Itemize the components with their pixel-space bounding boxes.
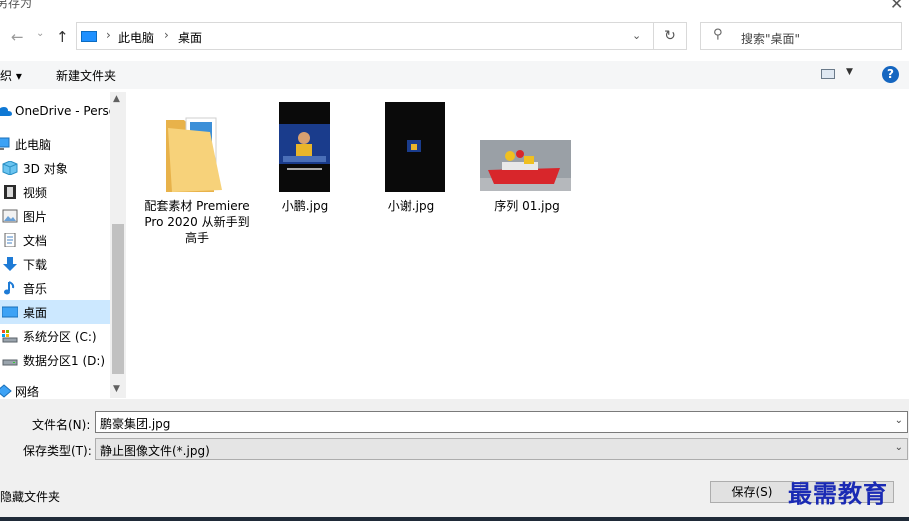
sidebar-item-label: 桌面 bbox=[23, 306, 48, 320]
sidebar-item-videos[interactable]: 视频 bbox=[0, 180, 110, 204]
sidebar-item-label: 3D 对象 bbox=[23, 162, 68, 176]
sidebar-item-label: 图片 bbox=[23, 210, 48, 224]
filetype-value: 静止图像文件(*.jpg) bbox=[100, 444, 210, 458]
command-bar: 织 ▾ 新建文件夹 ▼ ? bbox=[0, 61, 909, 89]
image-thumbnail bbox=[279, 102, 330, 192]
file-list: 配套素材 Premiere Pro 2020 从新手到高手 小鹏.jpg 小谢.… bbox=[126, 92, 909, 398]
file-name: 配套素材 Premiere Pro 2020 从新手到高手 bbox=[144, 199, 250, 245]
filetype-select[interactable]: 静止图像文件(*.jpg) ⌄ bbox=[95, 438, 908, 460]
drive-icon bbox=[2, 359, 18, 366]
chevron-down-icon[interactable]: ⌄ bbox=[895, 442, 903, 453]
file-name: 小谢.jpg bbox=[387, 199, 435, 213]
folder-icon bbox=[166, 117, 222, 192]
search-icon: ⚲ bbox=[713, 27, 723, 42]
breadcrumb-this-pc[interactable]: 此电脑 bbox=[118, 29, 154, 46]
sidebar-item-onedrive[interactable]: OneDrive - Perso bbox=[0, 100, 110, 124]
picture-icon bbox=[2, 209, 18, 223]
taskbar-edge bbox=[0, 517, 909, 521]
address-bar[interactable]: 此电脑 › 桌面 › ⌄ bbox=[76, 22, 654, 50]
document-icon bbox=[4, 233, 16, 247]
filename-label: 文件名(N): bbox=[32, 418, 91, 432]
sidebar-item-documents[interactable]: 文档 bbox=[0, 228, 110, 252]
breadcrumb-separator[interactable]: › bbox=[106, 28, 111, 42]
drive-icon bbox=[2, 330, 18, 343]
sidebar-item-network[interactable]: 网络 bbox=[0, 379, 110, 398]
scroll-up-icon[interactable]: ▲ bbox=[113, 94, 120, 104]
sidebar-item-drive-c[interactable]: 系统分区 (C:) bbox=[0, 324, 110, 348]
search-input[interactable]: 搜索"桌面" bbox=[741, 30, 800, 47]
music-icon bbox=[4, 281, 15, 295]
download-icon bbox=[3, 257, 17, 271]
film-icon bbox=[4, 185, 16, 199]
sidebar-scrollbar[interactable]: ▲ ▼ bbox=[110, 92, 126, 398]
organize-button[interactable]: 织 ▾ bbox=[0, 67, 22, 84]
help-button[interactable]: ? bbox=[882, 66, 899, 83]
file-item-folder[interactable]: 配套素材 Premiere Pro 2020 从新手到高手 bbox=[144, 106, 250, 276]
file-name: 小鹏.jpg bbox=[281, 199, 329, 213]
title-bar: 另存为 ✕ bbox=[0, 0, 909, 14]
network-icon bbox=[0, 384, 12, 398]
desktop-icon bbox=[2, 306, 18, 318]
sidebar-item-desktop[interactable]: 桌面 bbox=[0, 300, 110, 324]
sidebar-item-label: 视频 bbox=[23, 186, 48, 200]
sidebar-item-label: 下载 bbox=[23, 258, 48, 272]
scrollbar-thumb[interactable] bbox=[112, 224, 124, 374]
sidebar-item-label: OneDrive - Perso bbox=[15, 104, 110, 118]
new-folder-button[interactable]: 新建文件夹 bbox=[56, 67, 116, 84]
sidebar-item-label: 网络 bbox=[15, 385, 40, 398]
chevron-down-icon[interactable]: ⌄ bbox=[895, 415, 903, 426]
close-icon[interactable]: ✕ bbox=[890, 0, 903, 13]
sidebar-item-label: 文档 bbox=[23, 234, 48, 248]
breadcrumb-desktop[interactable]: 桌面 bbox=[178, 29, 202, 46]
sidebar-item-label: 系统分区 (C:) bbox=[23, 330, 97, 344]
view-dropdown-icon[interactable]: ▼ bbox=[846, 67, 853, 77]
address-dropdown-icon[interactable]: ⌄ bbox=[632, 29, 641, 42]
file-item-image[interactable]: 小谢.jpg bbox=[378, 102, 445, 213]
sidebar-item-downloads[interactable]: 下载 bbox=[0, 252, 110, 276]
filename-value[interactable]: 鹏豪集团.jpg bbox=[100, 415, 170, 432]
sidebar-item-label: 音乐 bbox=[23, 282, 48, 296]
image-thumbnail bbox=[385, 102, 445, 192]
breadcrumb-separator[interactable]: › bbox=[164, 28, 169, 42]
refresh-button[interactable]: ↻ bbox=[654, 22, 687, 50]
sidebar-item-label: 数据分区1 (D:) bbox=[23, 354, 106, 368]
cloud-icon bbox=[0, 107, 12, 116]
watermark-logo: 最需教育 bbox=[788, 479, 888, 508]
computer-icon bbox=[0, 137, 10, 150]
search-box[interactable]: ⚲ 搜索"桌面" bbox=[700, 22, 902, 50]
cube-icon bbox=[2, 161, 18, 175]
filetype-label: 保存类型(T): bbox=[23, 444, 92, 458]
file-item-image[interactable]: 序列 01.jpg bbox=[478, 140, 576, 220]
sidebar-item-music[interactable]: 音乐 bbox=[0, 276, 110, 300]
image-thumbnail bbox=[480, 140, 571, 191]
navigation-pane: OneDrive - Perso 此电脑 3D 对象 视频 图片 文档 下载 音… bbox=[0, 92, 110, 398]
filename-field[interactable]: 鹏豪集团.jpg ⌄ bbox=[95, 411, 908, 433]
save-button[interactable]: 保存(S) bbox=[710, 481, 794, 503]
scroll-down-icon[interactable]: ▼ bbox=[113, 384, 120, 394]
view-options-icon[interactable] bbox=[821, 69, 835, 79]
sidebar-item-pictures[interactable]: 图片 bbox=[0, 204, 110, 228]
recent-locations-button[interactable]: ⌄ bbox=[36, 28, 44, 39]
window-title: 另存为 bbox=[0, 0, 33, 10]
back-button[interactable]: ← bbox=[11, 28, 24, 46]
sidebar-item-3d-objects[interactable]: 3D 对象 bbox=[0, 156, 110, 180]
sidebar-item-drive-d[interactable]: 数据分区1 (D:) bbox=[0, 348, 110, 372]
file-name: 序列 01.jpg bbox=[494, 199, 560, 213]
file-item-image[interactable]: 小鹏.jpg bbox=[272, 102, 338, 213]
computer-icon bbox=[81, 31, 97, 42]
up-button[interactable]: ↑ bbox=[56, 28, 69, 46]
hide-folders-toggle[interactable]: 隐藏文件夹 bbox=[0, 488, 60, 505]
sidebar-item-label: 此电脑 bbox=[15, 138, 52, 152]
sidebar-item-this-pc[interactable]: 此电脑 bbox=[0, 132, 110, 156]
